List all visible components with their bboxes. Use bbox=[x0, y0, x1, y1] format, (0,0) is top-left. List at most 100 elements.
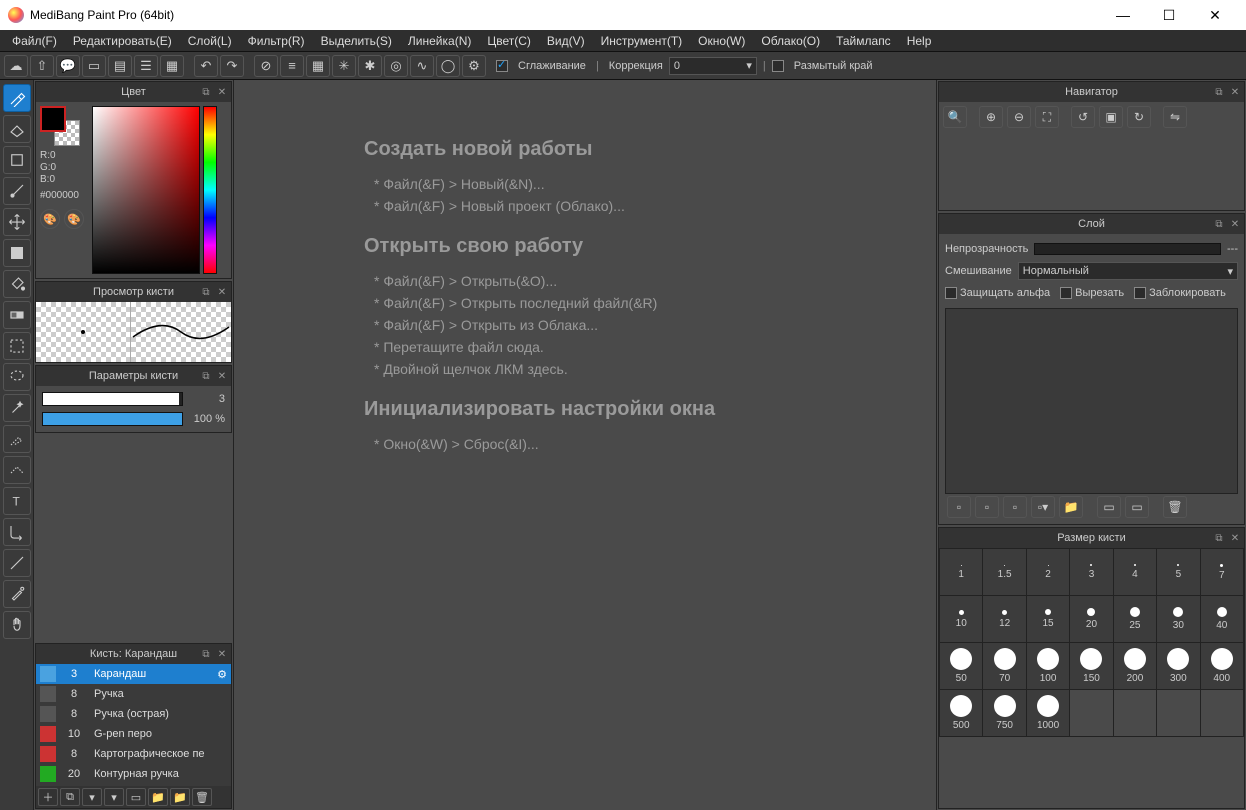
snap-ellipse-icon[interactable]: ◯ bbox=[436, 55, 460, 77]
brush-size-cell[interactable]: 2 bbox=[1027, 549, 1069, 595]
clip-layer-icon[interactable]: ▭ bbox=[1097, 496, 1121, 518]
blend-mode-select[interactable]: Нормальный▾ bbox=[1018, 262, 1238, 280]
brush-row[interactable]: 20Контурная ручка bbox=[36, 764, 231, 784]
shape-tool[interactable] bbox=[3, 146, 31, 174]
brush-row[interactable]: 3Карандаш⚙ bbox=[36, 664, 231, 684]
rotate-cw-icon[interactable]: ↻ bbox=[1127, 106, 1151, 128]
popout-icon[interactable]: ⧉ bbox=[199, 369, 213, 383]
new-layer-icon[interactable]: ▫ bbox=[947, 496, 971, 518]
brush-size-cell[interactable]: 300 bbox=[1157, 643, 1199, 689]
zoom-fit-icon[interactable]: ⛶ bbox=[1035, 106, 1059, 128]
brush-size-cell[interactable]: 400 bbox=[1201, 643, 1243, 689]
fill-tool[interactable] bbox=[3, 239, 31, 267]
eyedropper-tool[interactable] bbox=[3, 580, 31, 608]
snap-vanish-icon[interactable]: ✱ bbox=[358, 55, 382, 77]
popout-icon[interactable]: ⧉ bbox=[199, 85, 213, 99]
dot-tool[interactable] bbox=[3, 177, 31, 205]
brush-folder-icon[interactable]: 📁 bbox=[148, 788, 168, 806]
color-field[interactable] bbox=[92, 106, 200, 274]
magic-wand-tool[interactable] bbox=[3, 394, 31, 422]
brush-size-cell[interactable]: 500 bbox=[940, 690, 982, 736]
canvas-area[interactable]: Создать новой работы * Файл(&F) > Новый(… bbox=[234, 80, 936, 810]
menu-window[interactable]: Окно(W) bbox=[690, 31, 753, 51]
rotate-reset-icon[interactable]: ▣ bbox=[1099, 106, 1123, 128]
minimize-button[interactable]: — bbox=[1100, 0, 1146, 30]
merge-layer-icon[interactable]: ▭ bbox=[1125, 496, 1149, 518]
new-layer2-icon[interactable]: ▫ bbox=[975, 496, 999, 518]
lock-checkbox[interactable] bbox=[1134, 287, 1146, 299]
close-icon[interactable]: ✕ bbox=[1228, 85, 1242, 99]
menu-cloud[interactable]: Облако(O) bbox=[753, 31, 828, 51]
brush-row[interactable]: 10G-pen перо bbox=[36, 724, 231, 744]
brush-size-cell[interactable]: 40 bbox=[1201, 596, 1243, 642]
brush-size-cell[interactable]: 4 bbox=[1114, 549, 1156, 595]
snap-settings-icon[interactable]: ⚙ bbox=[462, 55, 486, 77]
select-rect-tool[interactable] bbox=[3, 332, 31, 360]
menu-edit[interactable]: Редактировать(E) bbox=[65, 31, 180, 51]
undo-button[interactable]: ↶ bbox=[194, 55, 218, 77]
zoom-in-icon[interactable]: 🔍 bbox=[943, 106, 967, 128]
menu-filter[interactable]: Фильтр(R) bbox=[240, 31, 313, 51]
flip-icon[interactable]: ⇋ bbox=[1163, 106, 1187, 128]
clipping-checkbox[interactable] bbox=[1060, 287, 1072, 299]
snap-grid-icon[interactable]: ▦ bbox=[306, 55, 330, 77]
delete-brush-icon[interactable]: 🗑 bbox=[192, 788, 212, 806]
brush-size-cell[interactable]: 15 bbox=[1027, 596, 1069, 642]
brush-tool[interactable] bbox=[3, 84, 31, 112]
blurred-edge-checkbox[interactable] bbox=[772, 60, 784, 72]
brush-size-cell[interactable]: 10 bbox=[940, 596, 982, 642]
brush-size-cell[interactable]: 30 bbox=[1157, 596, 1199, 642]
correction-combo[interactable]: 0▾ bbox=[669, 57, 757, 75]
close-icon[interactable]: ✕ bbox=[215, 647, 229, 661]
menu-view[interactable]: Вид(V) bbox=[539, 31, 593, 51]
brush-opacity-slider[interactable] bbox=[42, 412, 183, 426]
grid-icon[interactable]: ▦ bbox=[160, 55, 184, 77]
rotate-ccw-icon[interactable]: ↺ bbox=[1071, 106, 1095, 128]
hue-slider[interactable] bbox=[203, 106, 217, 274]
operation-tool[interactable] bbox=[3, 518, 31, 546]
popout-icon[interactable]: ⧉ bbox=[199, 647, 213, 661]
select-erase-tool[interactable] bbox=[3, 456, 31, 484]
menu-ruler[interactable]: Линейка(N) bbox=[400, 31, 479, 51]
popout-icon[interactable]: ⧉ bbox=[199, 285, 213, 299]
menu-select[interactable]: Выделить(S) bbox=[313, 31, 400, 51]
upload-icon[interactable]: ⇧ bbox=[30, 55, 54, 77]
hand-tool[interactable] bbox=[3, 611, 31, 639]
brush-size-cell[interactable]: 25 bbox=[1114, 596, 1156, 642]
brush-row[interactable]: 8Картографическое пе bbox=[36, 744, 231, 764]
close-icon[interactable]: ✕ bbox=[1228, 531, 1242, 545]
menu-timelapse[interactable]: Таймлапс bbox=[828, 31, 899, 51]
protect-alpha-checkbox[interactable] bbox=[945, 287, 957, 299]
zoom-out-icon[interactable]: ⊖ bbox=[1007, 106, 1031, 128]
layer-opacity-slider[interactable] bbox=[1034, 243, 1221, 255]
brush-row[interactable]: 8Ручка bbox=[36, 684, 231, 704]
brush-size-cell[interactable]: 1000 bbox=[1027, 690, 1069, 736]
menu-layer[interactable]: Слой(L) bbox=[180, 31, 240, 51]
page-icon[interactable]: ▭ bbox=[82, 55, 106, 77]
text-tool[interactable]: T bbox=[3, 487, 31, 515]
brush-size-cell[interactable]: 50 bbox=[940, 643, 982, 689]
menu-tool[interactable]: Инструмент(T) bbox=[593, 31, 691, 51]
menu-file[interactable]: Файл(F) bbox=[4, 31, 65, 51]
divide-tool[interactable] bbox=[3, 549, 31, 577]
move-tool[interactable] bbox=[3, 208, 31, 236]
popout-icon[interactable]: ⧉ bbox=[1212, 531, 1226, 545]
brush-size-cell[interactable]: 5 bbox=[1157, 549, 1199, 595]
close-icon[interactable]: ✕ bbox=[215, 285, 229, 299]
maximize-button[interactable]: ☐ bbox=[1146, 0, 1192, 30]
brush-size-cell[interactable]: 3 bbox=[1070, 549, 1112, 595]
brush-group-icon[interactable]: ▭ bbox=[126, 788, 146, 806]
dup-brush-icon[interactable]: ⧉ bbox=[60, 788, 80, 806]
cloud-icon[interactable]: ☁ bbox=[4, 55, 28, 77]
palette2-icon[interactable]: 🎨 bbox=[64, 209, 84, 229]
brush-size-cell[interactable]: 750 bbox=[983, 690, 1025, 736]
snap-curve-icon[interactable]: ∿ bbox=[410, 55, 434, 77]
foreground-color-swatch[interactable] bbox=[40, 106, 66, 132]
close-icon[interactable]: ✕ bbox=[1228, 217, 1242, 231]
brush-size-cell[interactable]: 100 bbox=[1027, 643, 1069, 689]
menu-help[interactable]: Help bbox=[899, 31, 940, 51]
brush-size-cell[interactable]: 7 bbox=[1201, 549, 1243, 595]
antialias-checkbox[interactable] bbox=[496, 60, 508, 72]
delete-layer-icon[interactable]: 🗑 bbox=[1163, 496, 1187, 518]
layer-list[interactable] bbox=[945, 308, 1238, 494]
